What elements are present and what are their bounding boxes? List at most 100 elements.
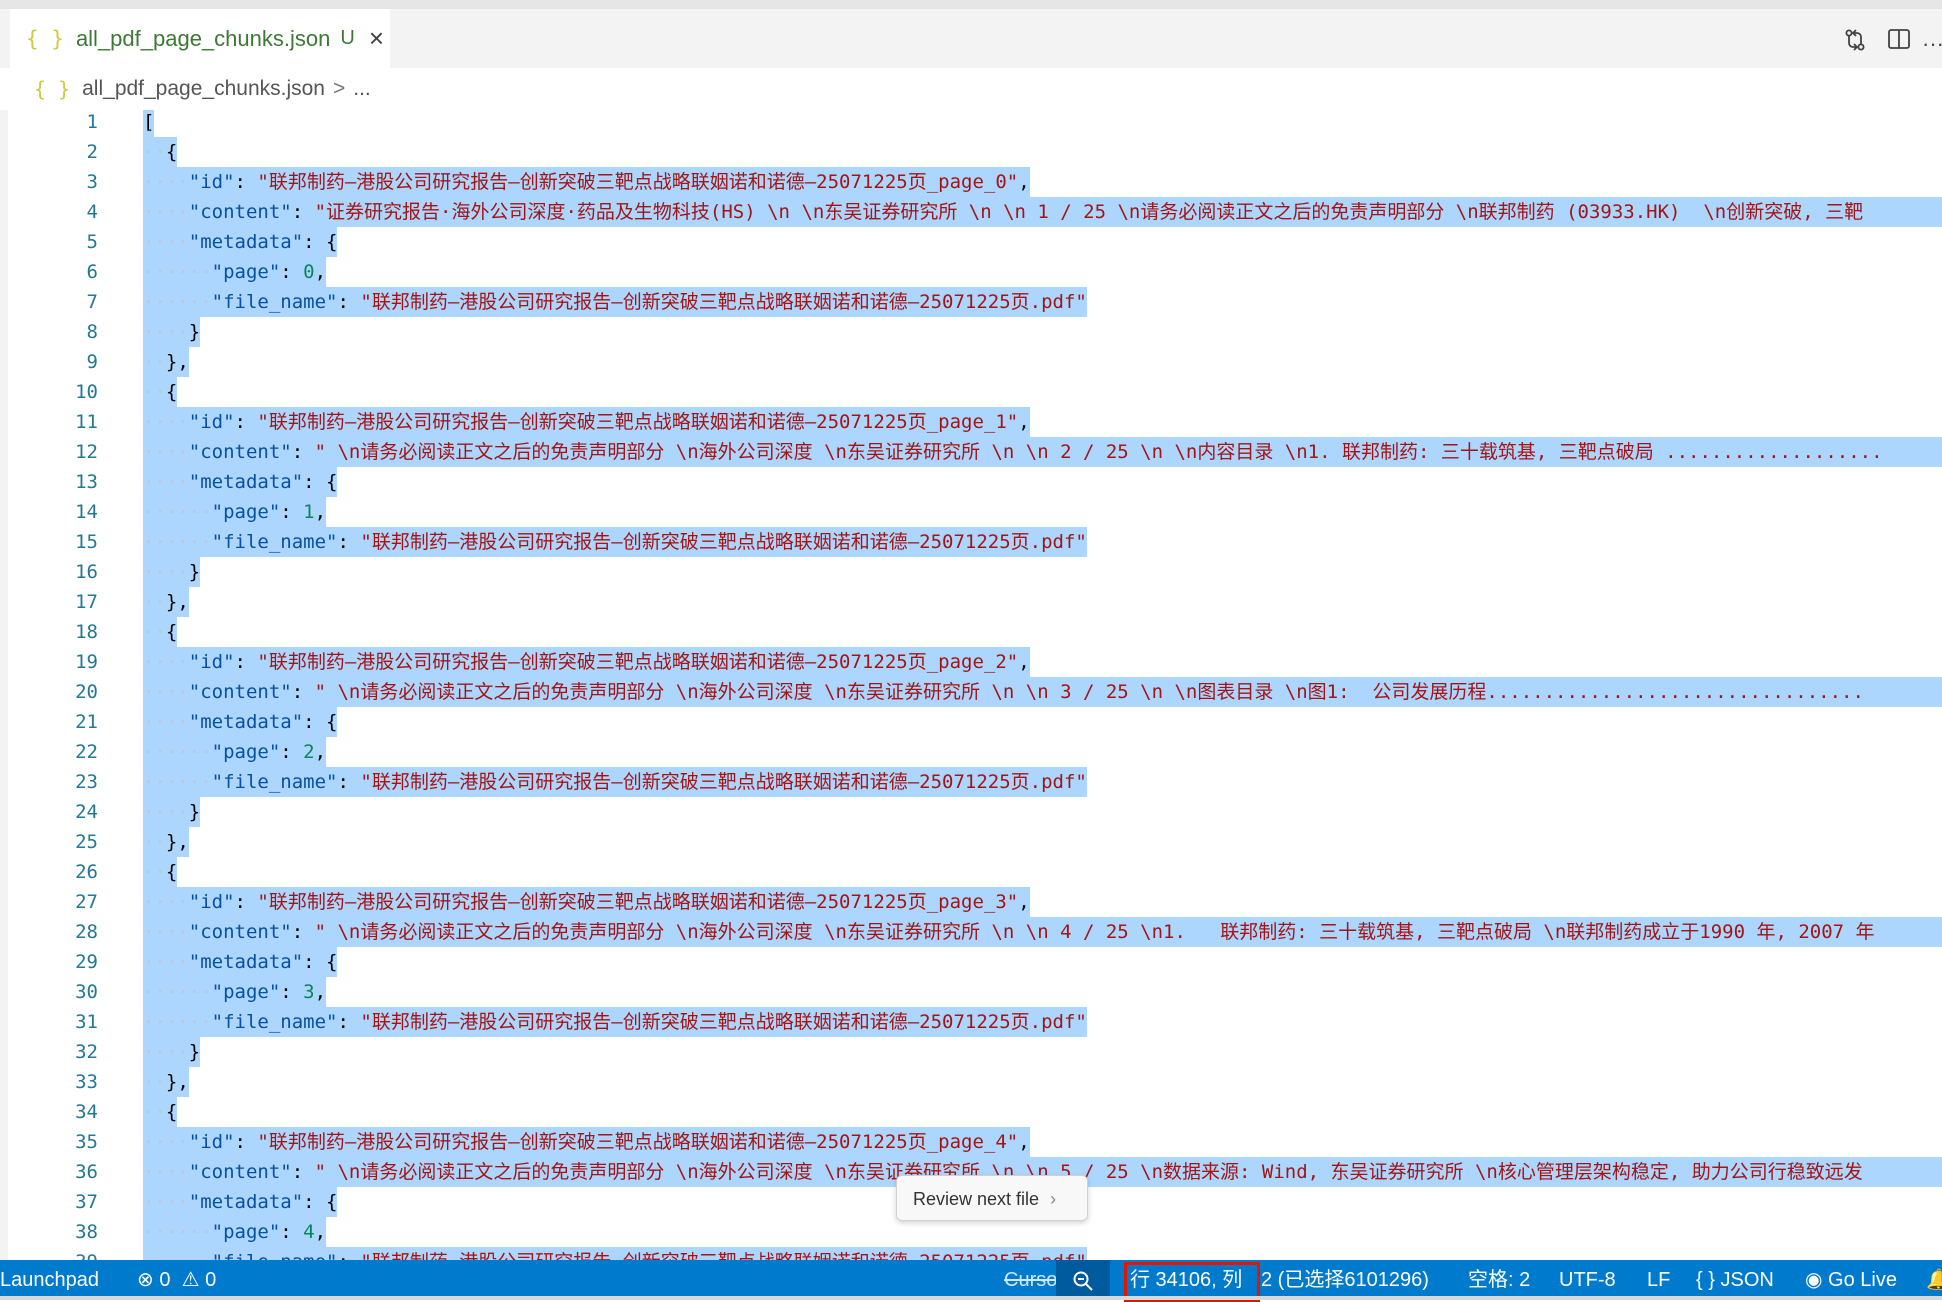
code-line[interactable]: 21 ····"metadata": { [8,707,1942,737]
code-line[interactable]: 20 ····"content": " \n请务必阅读正文之后的免责声明部分 \n… [8,677,1942,707]
code-line[interactable]: 13 ····"metadata": { [8,467,1942,497]
more-actions-icon[interactable]: ··· [1922,27,1942,61]
review-next-file-button[interactable]: Review next file › [896,1175,1088,1221]
breadcrumb-file[interactable]: all_pdf_page_chunks.json [82,77,325,101]
line-number: 19 [75,651,98,673]
code-line[interactable]: 25 ··}, [8,827,1942,857]
json-punctuation: : { [303,951,338,973]
problems-indicator[interactable]: ⊗ 0 ⚠ 0 [137,1260,216,1300]
json-string: "联邦制药–港股公司研究报告–创新突破三靶点战略联姻诺和诺德–25071225页… [360,1251,1086,1260]
code-line[interactable]: 4 ····"content": "证券研究报告·海外公司深度·药品及生物科技(H… [8,197,1942,227]
json-key: "page" [211,981,281,1003]
line-number: 25 [75,831,98,853]
indentation-indicator[interactable]: 空格: 2 [1468,1260,1530,1300]
notifications-icon[interactable]: 🔔 [1926,1260,1942,1300]
code-line[interactable]: 39 ······"file_name": "联邦制药–港股公司研究报告–创新突破… [8,1247,1942,1260]
code-line[interactable]: 7 ······"file_name": "联邦制药–港股公司研究报告–创新突破三… [8,287,1942,317]
json-key: "content" [188,201,292,223]
selection-info[interactable]: 2 (已选择6101296) [1261,1260,1429,1300]
code-line[interactable]: 11 ····"id": "联邦制药–港股公司研究报告–创新突破三靶点战略联姻诺和… [8,407,1942,437]
code-line[interactable]: 33 ··}, [8,1067,1942,1097]
json-punctuation: , [1018,891,1030,913]
json-punctuation: , [1018,1131,1030,1153]
editor-tab[interactable]: { } all_pdf_page_chunks.json U × [10,9,390,68]
code-text: ····"content": " \n请务必阅读正文之后的免责声明部分 \n海外… [143,437,1942,467]
indent-guide: ······ [143,1251,212,1260]
json-key: "page" [211,741,281,763]
code-editor[interactable]: 1[2 ··{3 ····"id": "联邦制药–港股公司研究报告–创新突破三靶点战… [8,110,1942,1260]
code-line[interactable]: 35 ····"id": "联邦制药–港股公司研究报告–创新突破三靶点战略联姻诺和… [8,1127,1942,1157]
tab-git-status: U [340,27,355,49]
indent-guide: ······ [143,291,212,313]
indent-guide: ·· [143,621,166,643]
code-text: ····"content": " \n请务必阅读正文之后的免责声明部分 \n海外… [143,677,1942,707]
json-punctuation: , [314,501,327,523]
indent-guide: ···· [143,1161,189,1183]
eol-indicator[interactable]: LF [1647,1260,1670,1300]
code-text: ····"content": "证券研究报告·海外公司深度·药品及生物科技(HS… [143,197,1942,227]
code-line[interactable]: 26 ··{ [8,857,1942,887]
json-punctuation: { [165,621,178,643]
line-number: 3 [86,171,98,193]
code-line[interactable]: 16 ····} [8,557,1942,587]
code-line[interactable]: 24 ····} [8,797,1942,827]
indent-guide: ···· [143,711,189,733]
code-line[interactable]: 10 ··{ [8,377,1942,407]
compare-changes-icon[interactable] [1838,27,1872,61]
code-line[interactable]: 27 ····"id": "联邦制药–港股公司研究报告–创新突破三靶点战略联姻诺和… [8,887,1942,917]
breadcrumb-symbol[interactable]: ... [353,77,371,101]
go-live-button[interactable]: ◉ Go Live [1805,1260,1897,1300]
json-string: " \n请务必阅读正文之后的免责声明部分 \n海外公司深度 \n东吴证券研究所 … [314,1161,1863,1183]
code-line[interactable]: 34 ··{ [8,1097,1942,1127]
code-line[interactable]: 2 ··{ [8,137,1942,167]
language-mode[interactable]: { } JSON [1696,1260,1774,1300]
code-text: ··{ [143,1097,178,1127]
code-line[interactable]: 8 ····} [8,317,1942,347]
json-key: "id" [188,411,235,433]
code-line[interactable]: 3 ····"id": "联邦制药–港股公司研究报告–创新突破三靶点战略联姻诺和诺… [8,167,1942,197]
line-number: 35 [75,1131,98,1153]
code-text: ····"metadata": { [143,467,338,497]
code-line[interactable]: 19 ····"id": "联邦制药–港股公司研究报告–创新突破三靶点战略联姻诺和… [8,647,1942,677]
json-punctuation: , [314,261,327,283]
close-icon[interactable]: × [369,23,384,54]
code-line[interactable]: 18 ··{ [8,617,1942,647]
indent-guide: ···· [143,801,189,823]
line-number: 34 [75,1101,98,1123]
json-punctuation: , [1018,171,1030,193]
encoding-indicator[interactable]: UTF-8 [1559,1260,1616,1300]
code-line[interactable]: 31 ······"file_name": "联邦制药–港股公司研究报告–创新突破… [8,1007,1942,1037]
code-text: ··}, [143,347,189,377]
breadcrumb: { } all_pdf_page_chunks.json > ... [0,68,1942,110]
remote-indicator[interactable]: Launchpad [0,1260,99,1300]
broadcast-icon: ◉ [1805,1269,1823,1291]
json-file-icon: { } [26,26,64,51]
code-line[interactable]: 15 ······"file_name": "联邦制药–港股公司研究报告–创新突破… [8,527,1942,557]
code-line[interactable]: 32 ····} [8,1037,1942,1067]
code-text: ····"metadata": { [143,227,338,257]
code-line[interactable]: 14 ······"page": 1, [8,497,1942,527]
code-line[interactable]: 6 ······"page": 0, [8,257,1942,287]
line-number: 26 [75,861,98,883]
code-line[interactable]: 17 ··}, [8,587,1942,617]
code-line[interactable]: 5 ····"metadata": { [8,227,1942,257]
code-line[interactable]: 22 ······"page": 2, [8,737,1942,767]
zoom-icon[interactable] [1056,1260,1110,1300]
code-line[interactable]: 28 ····"content": " \n请务必阅读正文之后的免责声明部分 \n… [8,917,1942,947]
line-number: 37 [75,1191,98,1213]
code-line[interactable]: 1[ [8,110,1942,137]
code-line[interactable]: 29 ····"metadata": { [8,947,1942,977]
code-line[interactable]: 12 ····"content": " \n请务必阅读正文之后的免责声明部分 \n… [8,437,1942,467]
code-line[interactable]: 23 ······"file_name": "联邦制药–港股公司研究报告–创新突破… [8,767,1942,797]
indent-guide: ······ [143,981,212,1003]
json-punctuation: , [1018,651,1030,673]
json-key: "page" [211,501,281,523]
json-punctuation: : [234,1131,258,1153]
code-line[interactable]: 30 ······"page": 3, [8,977,1942,1007]
json-key: "content" [188,441,292,463]
json-punctuation: , [1018,411,1030,433]
split-editor-icon[interactable] [1882,27,1916,61]
indent-guide: ···· [143,231,189,253]
code-line[interactable]: 9 ··}, [8,347,1942,377]
code-text: ··{ [143,617,178,647]
